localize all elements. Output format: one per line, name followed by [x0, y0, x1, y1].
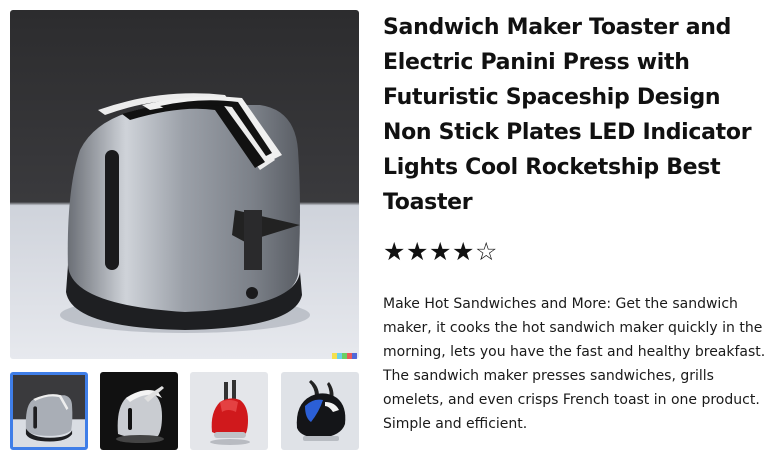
- product-title: Sandwich Maker Toaster and Electric Pani…: [383, 15, 752, 215]
- star-filled-icon: ★: [406, 237, 429, 266]
- thumbnail-2[interactable]: [100, 372, 178, 450]
- thumbnail-1[interactable]: [10, 372, 88, 450]
- star-filled-icon: ★: [429, 237, 452, 266]
- thumbnail-4[interactable]: [281, 372, 359, 450]
- thumbnail-3[interactable]: [190, 372, 268, 450]
- star-filled-icon: ★: [383, 237, 406, 266]
- star-rating: ★ ★ ★ ★ ☆: [383, 239, 765, 265]
- star-empty-icon: ☆: [475, 237, 498, 266]
- red-toaster-thumbnail-icon: [190, 372, 268, 450]
- dark-silver-toaster-thumbnail-icon: [100, 372, 178, 450]
- silver-toaster-thumbnail-icon: [13, 375, 85, 447]
- star-filled-icon: ★: [452, 237, 475, 266]
- toaster-image: [10, 10, 359, 359]
- product-description: Make Hot Sandwiches and More: Get the sa…: [383, 296, 766, 432]
- black-blue-toaster-thumbnail-icon: [281, 372, 359, 450]
- main-product-image: [10, 10, 359, 359]
- thumbnail-strip: [10, 372, 359, 450]
- product-info: Sandwich Maker Toaster and Electric Pani…: [383, 10, 765, 265]
